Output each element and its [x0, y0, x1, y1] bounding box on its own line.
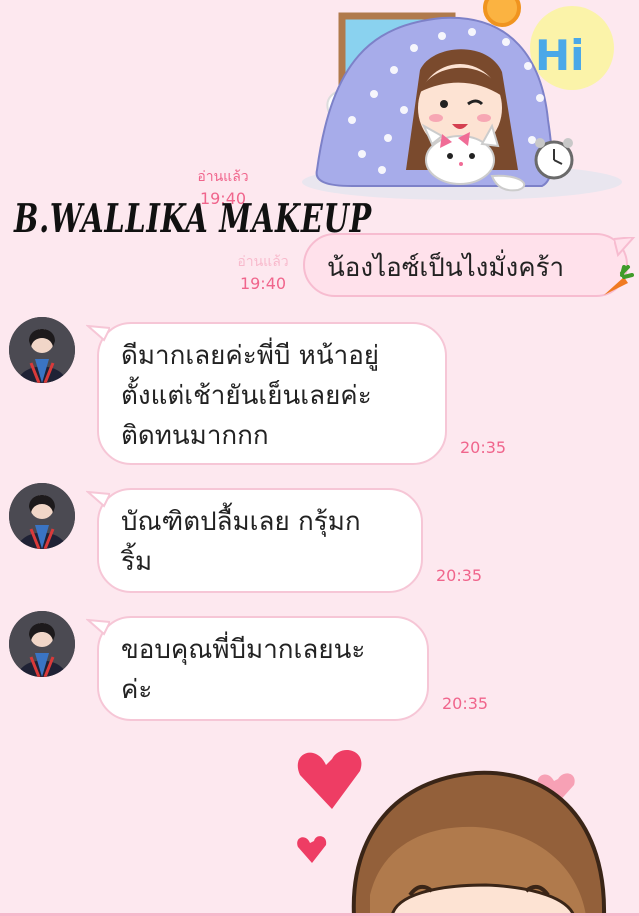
avatar-photo — [9, 611, 75, 677]
bubble-tail — [86, 324, 110, 342]
hi-label: Hi — [535, 31, 585, 80]
avatar-photo — [9, 317, 75, 383]
message-line: ริ้ม — [121, 547, 153, 577]
brand-watermark: B.WALLIKA MAKEUP — [14, 196, 372, 242]
read-status: อ่านแล้ว — [197, 169, 249, 185]
avatar[interactable] — [9, 483, 75, 549]
carrot-icon — [604, 265, 634, 295]
avatar[interactable] — [9, 611, 75, 677]
message-line: ตั้งแต่เช้ายันเย็นเลยค่ะ — [121, 381, 372, 411]
message-text: น้องไอซ์เป็นไงมั่งคร้า — [327, 253, 565, 283]
message-line: ขอบคุณพี่บีมากเลยนะ — [121, 635, 366, 665]
message-time: 20:35 — [436, 566, 483, 585]
message-line: ค่ะ — [121, 675, 153, 705]
bubble-tail — [86, 490, 110, 508]
message-time: 20:35 — [442, 694, 489, 713]
bubble-tail — [86, 618, 110, 636]
message-time: 20:35 — [460, 438, 507, 457]
sticker-girl-hearts — [297, 749, 607, 916]
avatar[interactable] — [9, 317, 75, 383]
message-line: ดีมากเลยค่ะพี่บี หน้าอยู่ — [121, 341, 380, 371]
avatar-photo — [9, 483, 75, 549]
read-receipt-second: อ่านแล้ว 19:40 — [228, 251, 298, 295]
message-line: บัณฑิตปลื้มเลย กรุ้มก — [121, 507, 361, 537]
bubble-tail — [614, 237, 636, 257]
read-status-faded: อ่านแล้ว — [237, 254, 289, 270]
outgoing-message-bubble[interactable]: น้องไอซ์เป็นไงมั่งคร้า — [303, 233, 628, 297]
message-time: 19:40 — [239, 274, 287, 293]
incoming-message-bubble[interactable]: ดีมากเลยค่ะพี่บี หน้าอยู่ ตั้งแต่เช้ายัน… — [97, 322, 447, 465]
sticker-girl-blanket: Hi — [302, 0, 622, 200]
incoming-message-bubble[interactable]: ขอบคุณพี่บีมากเลยนะ ค่ะ — [97, 616, 429, 721]
incoming-message-bubble[interactable]: บัณฑิตปลื้มเลย กรุ้มก ริ้ม — [97, 488, 423, 593]
message-line: ติดทนมากกก — [121, 421, 269, 451]
